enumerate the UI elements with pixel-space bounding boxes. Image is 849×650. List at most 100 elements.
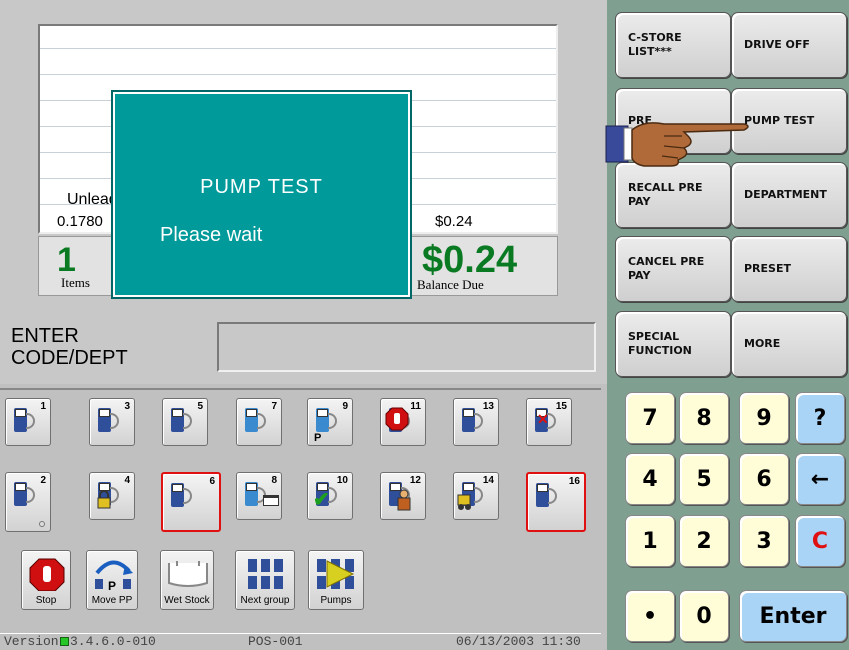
item-unit-price: 0.1780 xyxy=(57,213,103,230)
prepay-letter: P xyxy=(314,432,322,444)
pre-button[interactable]: PRE xyxy=(615,88,731,154)
key-label: PRE xyxy=(628,114,653,127)
key-5[interactable]: 5 xyxy=(679,453,729,505)
key-label: CANCEL PRE PAY xyxy=(628,255,705,282)
pump-number: 13 xyxy=(482,401,494,412)
version-label: Version xyxy=(4,634,59,649)
card-icon xyxy=(263,495,279,506)
stop-hand-icon xyxy=(385,407,409,431)
pump-number: 16 xyxy=(568,476,580,487)
entry-prompt: ENTER CODE/DEPT xyxy=(11,325,128,369)
pump-2-button[interactable]: 2 xyxy=(5,472,51,532)
pump-grid: 1 3 5 7 9 P 11 13 15 ✕ 2 4 6 8 10 ✔ 12 1… xyxy=(0,388,601,636)
key-1[interactable]: 1 xyxy=(625,515,675,567)
pump-8-button[interactable]: 8 xyxy=(236,472,282,520)
entry-field[interactable] xyxy=(217,322,596,372)
decimal-key[interactable]: • xyxy=(625,590,675,642)
enter-key[interactable]: Enter xyxy=(739,590,847,642)
pump-number: 12 xyxy=(409,475,421,486)
dialog-message: Please wait xyxy=(160,224,263,246)
prompt-line-1: ENTER xyxy=(11,325,79,347)
items-label: Items xyxy=(61,275,90,290)
key-0[interactable]: 0 xyxy=(679,590,729,642)
help-key[interactable]: ? xyxy=(795,392,845,444)
stop-button[interactable]: Stop xyxy=(21,550,71,610)
pump-number: 11 xyxy=(410,401,421,412)
pump-6-button[interactable]: 6 xyxy=(161,472,221,532)
c-store-list-button[interactable]: C-STORE LIST*** xyxy=(615,12,731,78)
wet-stock-label: Wet Stock xyxy=(164,595,210,606)
wet-stock-button[interactable]: Wet Stock xyxy=(160,550,214,610)
dialog-title: PUMP TEST xyxy=(200,176,323,198)
key-label: PRESET xyxy=(744,262,791,275)
balance-due-label: Balance Due xyxy=(417,277,484,292)
key-2[interactable]: 2 xyxy=(679,515,729,567)
pump-number: 5 xyxy=(197,401,203,412)
backspace-key[interactable]: ← xyxy=(795,453,845,505)
key-label: PUMP TEST xyxy=(744,114,815,127)
pump-number: 10 xyxy=(336,475,348,486)
function-key-panel: C-STORE LIST*** DRIVE OFF PRE PUMP TEST … xyxy=(607,0,849,384)
forklift-icon xyxy=(457,494,471,510)
version-value: 3.4.6.0-010 xyxy=(70,634,156,649)
stop-icon xyxy=(29,558,65,591)
drive-off-button[interactable]: DRIVE OFF xyxy=(731,12,847,78)
key-8[interactable]: 8 xyxy=(679,392,729,444)
pump-15-button[interactable]: 15 ✕ xyxy=(526,398,572,446)
checkmark-icon: ✔ xyxy=(313,489,330,511)
cancel-pre-pay-button[interactable]: CANCEL PRE PAY xyxy=(615,236,731,302)
move-pp-button[interactable]: P Move PP xyxy=(86,550,138,610)
next-group-button[interactable]: Next group xyxy=(235,550,295,610)
pump-9-button[interactable]: 9 P xyxy=(307,398,353,446)
pump-number: 8 xyxy=(271,475,277,486)
key-6[interactable]: 6 xyxy=(739,453,789,505)
pump-number: 14 xyxy=(482,475,494,486)
pump-14-button[interactable]: 14 xyxy=(453,472,499,520)
key-4[interactable]: 4 xyxy=(625,453,675,505)
key-3[interactable]: 3 xyxy=(739,515,789,567)
next-group-label: Next group xyxy=(240,595,290,606)
status-led-icon xyxy=(60,637,69,646)
item-amount: $0.24 xyxy=(435,213,473,230)
pump-12-button[interactable]: 12 xyxy=(380,472,426,520)
key-9[interactable]: 9 xyxy=(739,392,789,444)
department-button[interactable]: DEPARTMENT xyxy=(731,162,847,228)
pumps-label: Pumps xyxy=(320,595,352,606)
pump-number: 3 xyxy=(124,401,130,412)
pump-3-button[interactable]: 3 xyxy=(89,398,135,446)
pump-number: 2 xyxy=(40,475,46,486)
error-x-icon: ✕ xyxy=(537,411,549,427)
pump-number: 9 xyxy=(342,401,348,412)
key-label: DRIVE OFF xyxy=(744,38,810,51)
preset-button[interactable]: PRESET xyxy=(731,236,847,302)
pumps-button[interactable]: Pumps xyxy=(308,550,364,610)
pump-1-button[interactable]: 1 xyxy=(5,398,51,446)
pump-10-button[interactable]: 10 ✔ xyxy=(307,472,353,520)
status-dot-icon xyxy=(39,521,45,527)
status-bar: Version 3.4.6.0-010 POS-001 06/13/2003 1… xyxy=(0,633,601,650)
balance-due-value: $0.24 xyxy=(422,239,518,281)
special-function-button[interactable]: SPECIAL FUNCTION xyxy=(615,311,731,377)
pump-test-button[interactable]: PUMP TEST xyxy=(731,88,847,154)
attendant-icon xyxy=(397,489,411,511)
key-7[interactable]: 7 xyxy=(625,392,675,444)
pump-5-button[interactable]: 5 xyxy=(162,398,208,446)
pump-13-button[interactable]: 13 xyxy=(453,398,499,446)
move-pp-letter: P xyxy=(107,579,116,593)
more-button[interactable]: MORE xyxy=(731,311,847,377)
pump-11-button[interactable]: 11 xyxy=(380,398,426,446)
key-label: SPECIAL FUNCTION xyxy=(628,330,692,357)
stop-label: Stop xyxy=(35,595,57,606)
pump-4-button[interactable]: 4 xyxy=(89,472,135,520)
key-label: DEPARTMENT xyxy=(744,188,827,201)
numeric-keypad: 7 8 9 ? 4 5 6 ← 1 2 3 C • 0 Enter xyxy=(607,384,849,650)
recall-pre-pay-button[interactable]: RECALL PRE PAY xyxy=(615,162,731,228)
terminal-id: POS-001 xyxy=(248,634,303,649)
clear-key[interactable]: C xyxy=(795,515,845,567)
key-label: MORE xyxy=(744,337,781,350)
pump-number: 15 xyxy=(555,401,567,412)
transaction-area: Unleaded 0.1780 $0.24 1 Items $0.24 Bala… xyxy=(0,0,607,384)
pump-7-button[interactable]: 7 xyxy=(236,398,282,446)
pump-16-button[interactable]: 16 xyxy=(526,472,586,532)
datetime: 06/13/2003 11:30 xyxy=(456,634,581,649)
